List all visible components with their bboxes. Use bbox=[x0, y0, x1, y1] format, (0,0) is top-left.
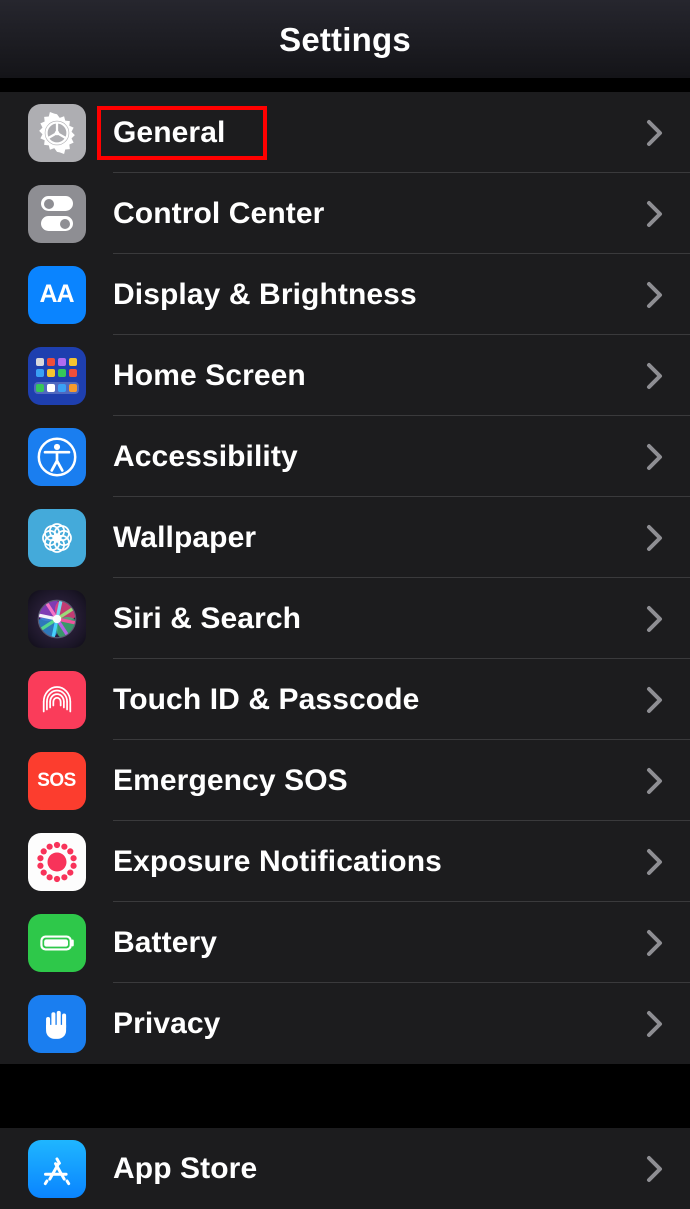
row-body: Privacy bbox=[113, 983, 690, 1064]
row-icon-cell: AA bbox=[0, 265, 113, 324]
settings-row-exposure-notifications[interactable]: Exposure Notifications bbox=[0, 821, 690, 902]
exposure-dots-icon bbox=[27, 832, 86, 891]
store-settings-group: App Store bbox=[0, 1128, 690, 1209]
settings-row-label: Privacy bbox=[113, 1006, 221, 1040]
settings-row-label: Control Center bbox=[113, 196, 325, 230]
chevron-right-icon bbox=[646, 1009, 664, 1039]
chevron-right-icon bbox=[646, 685, 664, 715]
row-body: Exposure Notifications bbox=[113, 821, 690, 902]
row-body: Emergency SOS bbox=[113, 740, 690, 821]
chevron-right-icon bbox=[646, 766, 664, 796]
sos-icon: SOS bbox=[27, 751, 86, 810]
row-icon-cell bbox=[0, 994, 113, 1053]
chevron-right-icon bbox=[646, 442, 664, 472]
settings-row-label: Accessibility bbox=[113, 439, 298, 473]
settings-row-accessibility[interactable]: Accessibility bbox=[0, 416, 690, 497]
fingerprint-icon bbox=[27, 670, 86, 729]
toggles-icon bbox=[27, 184, 86, 243]
siri-orb-icon bbox=[27, 589, 86, 648]
settings-row-label: Siri & Search bbox=[113, 601, 302, 635]
row-icon-cell bbox=[0, 427, 113, 486]
gear-icon bbox=[27, 103, 86, 162]
page-title: Settings bbox=[279, 20, 411, 58]
row-body: Touch ID & Passcode bbox=[113, 659, 690, 740]
settings-row-label: Emergency SOS bbox=[113, 763, 348, 797]
chevron-right-icon bbox=[646, 928, 664, 958]
settings-row-touch-id-passcode[interactable]: Touch ID & Passcode bbox=[0, 659, 690, 740]
row-body: Wallpaper bbox=[113, 497, 690, 578]
hand-icon bbox=[27, 994, 86, 1053]
row-body: Siri & Search bbox=[113, 578, 690, 659]
settings-row-label: General bbox=[113, 115, 226, 149]
row-icon-cell bbox=[0, 589, 113, 648]
settings-row-label: Exposure Notifications bbox=[113, 844, 442, 878]
header-list-gap bbox=[0, 78, 690, 92]
settings-row-home-screen[interactable]: Home Screen bbox=[0, 335, 690, 416]
row-body: Control Center bbox=[113, 173, 690, 254]
settings-row-label: Battery bbox=[113, 925, 218, 959]
flower-pattern-icon bbox=[27, 508, 86, 567]
settings-row-general[interactable]: General bbox=[0, 92, 690, 173]
settings-row-label: Home Screen bbox=[113, 358, 306, 392]
battery-icon bbox=[27, 913, 86, 972]
row-body: Display & Brightness bbox=[113, 254, 690, 335]
navigation-header: Settings bbox=[0, 0, 690, 78]
settings-row-siri-search[interactable]: Siri & Search bbox=[0, 578, 690, 659]
chevron-right-icon bbox=[646, 280, 664, 310]
settings-row-privacy[interactable]: Privacy bbox=[0, 983, 690, 1064]
settings-row-label: Touch ID & Passcode bbox=[113, 682, 420, 716]
chevron-right-icon bbox=[646, 361, 664, 391]
row-body: Home Screen bbox=[113, 335, 690, 416]
row-icon-cell bbox=[0, 670, 113, 729]
chevron-right-icon bbox=[646, 847, 664, 877]
chevron-right-icon bbox=[646, 604, 664, 634]
row-icon-cell bbox=[0, 913, 113, 972]
row-body: General bbox=[97, 92, 690, 173]
row-icon-cell: SOS bbox=[0, 751, 113, 810]
chevron-right-icon bbox=[646, 1154, 664, 1184]
row-body: Battery bbox=[113, 902, 690, 983]
row-icon-cell bbox=[0, 346, 113, 405]
settings-row-emergency-sos[interactable]: SOS Emergency SOS bbox=[0, 740, 690, 821]
settings-row-label: App Store bbox=[113, 1151, 258, 1185]
text-size-aa-icon: AA bbox=[27, 265, 86, 324]
row-icon-cell bbox=[0, 508, 113, 567]
accessibility-person-icon bbox=[27, 427, 86, 486]
settings-row-battery[interactable]: Battery bbox=[0, 902, 690, 983]
settings-screen: Settings General Control Center AA Display … bbox=[0, 0, 690, 1209]
chevron-right-icon bbox=[646, 118, 664, 148]
row-icon-cell bbox=[0, 832, 113, 891]
settings-row-app-store[interactable]: App Store bbox=[0, 1128, 690, 1209]
settings-row-control-center[interactable]: Control Center bbox=[0, 173, 690, 254]
row-icon-cell bbox=[0, 103, 113, 162]
settings-row-wallpaper[interactable]: Wallpaper bbox=[0, 497, 690, 578]
chevron-right-icon bbox=[646, 199, 664, 229]
row-body: Accessibility bbox=[113, 416, 690, 497]
row-body: App Store bbox=[113, 1128, 690, 1209]
settings-row-label: Display & Brightness bbox=[113, 277, 417, 311]
app-grid-icon bbox=[27, 346, 86, 405]
settings-row-label: Wallpaper bbox=[113, 520, 257, 554]
settings-row-display-brightness[interactable]: AA Display & Brightness bbox=[0, 254, 690, 335]
main-settings-group: General Control Center AA Display & Brightn… bbox=[0, 92, 690, 1064]
chevron-right-icon bbox=[646, 523, 664, 553]
row-icon-cell bbox=[0, 184, 113, 243]
